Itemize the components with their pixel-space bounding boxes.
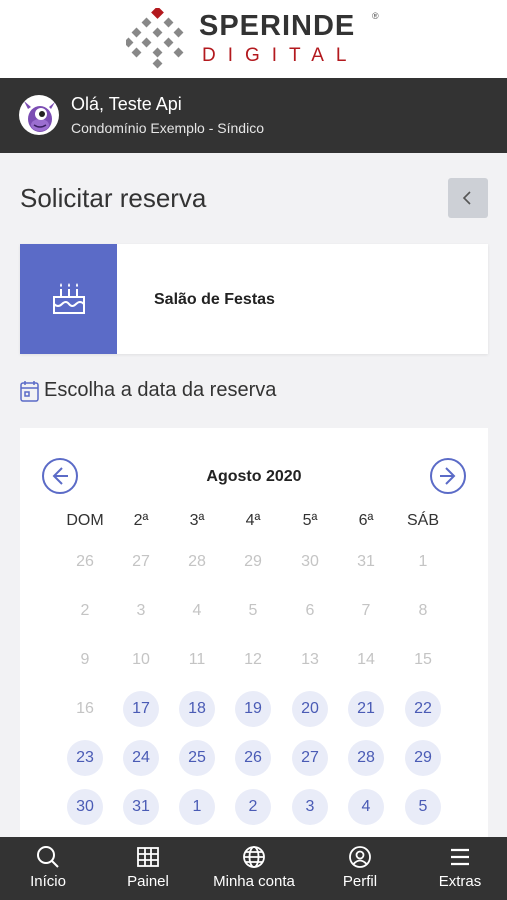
calendar-day-disabled: 13: [301, 651, 319, 668]
calendar-day-disabled: 29: [244, 553, 262, 570]
calendar-day-disabled: 12: [244, 651, 262, 668]
calendar-day-available[interactable]: 21: [348, 691, 384, 727]
weekday-header: SÁB: [406, 512, 439, 529]
calendar-day-disabled: 6: [305, 602, 315, 619]
calendar-day-available[interactable]: 20: [292, 691, 328, 727]
back-button[interactable]: [448, 178, 488, 218]
calendar-day-disabled: 31: [357, 553, 375, 570]
cake-icon: [52, 283, 85, 314]
tab-minha-conta[interactable]: Minha conta: [203, 837, 305, 900]
calendar-day-disabled: 27: [132, 553, 150, 570]
calendar-day-available[interactable]: 28: [348, 740, 384, 776]
calendar-month-title: Agosto 2020: [206, 468, 302, 485]
calendar: Agosto 2020 DOM 2ª 3ª 4ª 5ª 6ª SÁB 26 27 28 29 30 3…: [20, 428, 488, 848]
calendar-day-disabled: 7: [361, 602, 371, 619]
calendar-day-available[interactable]: 25: [179, 740, 215, 776]
tab-extras-label: Extras: [438, 873, 482, 890]
weekday-header: 5ª: [302, 512, 318, 529]
brand-subtitle: DIGITAL: [202, 45, 359, 66]
page-title: Solicitar reserva: [20, 183, 207, 213]
tab-perfil[interactable]: Perfil: [320, 837, 400, 900]
next-month-button[interactable]: [429, 457, 467, 495]
calendar-day-available[interactable]: 29: [405, 740, 441, 776]
calendar-day-available[interactable]: 17: [123, 691, 159, 727]
calendar-day-available[interactable]: 31: [123, 789, 159, 825]
brand-name: SPERINDE: [199, 10, 356, 42]
user-icon: [349, 846, 371, 868]
weekday-header: DOM: [66, 512, 104, 529]
venue-card[interactable]: Salão de Festas: [20, 244, 488, 354]
calendar-day-disabled: 10: [132, 651, 150, 668]
venue-icon-box: [20, 244, 117, 354]
calendar-day-disabled: 16: [76, 700, 94, 717]
calendar-day-available[interactable]: 30: [67, 789, 103, 825]
chevron-left-icon: [462, 191, 471, 205]
grid-icon: [137, 847, 159, 867]
calendar-day-disabled: 1: [418, 553, 428, 570]
calendar-day-disabled: 15: [414, 651, 432, 668]
weekday-header: 6ª: [358, 512, 374, 529]
tab-minha-conta-label: Minha conta: [213, 873, 295, 890]
tab-inicio[interactable]: Início: [8, 837, 88, 900]
calendar-day-available[interactable]: 1: [179, 789, 215, 825]
calendar-day-disabled: 2: [80, 602, 90, 619]
avatar[interactable]: [19, 95, 59, 135]
calendar-day-available[interactable]: 18: [179, 691, 215, 727]
brand-registered-mark: ®: [372, 11, 379, 21]
calendar-day-available[interactable]: 19: [235, 691, 271, 727]
brand-header: SPERINDE ® DIGITAL: [0, 0, 507, 78]
user-bar: Olá, Teste Api Condomínio Exemplo - Sínd…: [0, 78, 507, 153]
tab-painel[interactable]: Painel: [108, 837, 188, 900]
calendar-icon: [20, 381, 39, 402]
calendar-day-disabled: 11: [188, 651, 206, 668]
calendar-day-available[interactable]: 5: [405, 789, 441, 825]
globe-icon: [243, 846, 265, 868]
calendar-day-disabled: 5: [248, 602, 258, 619]
venue-name: Salão de Festas: [154, 291, 275, 308]
weekday-header: 4ª: [245, 512, 261, 529]
calendar-day-disabled: 3: [136, 602, 146, 619]
weekday-header: 3ª: [189, 512, 205, 529]
bottom-tab-bar: Início Painel Minha conta Perfil Extras: [0, 837, 507, 900]
calendar-day-disabled: 9: [80, 651, 90, 668]
calendar-day-disabled: 4: [192, 602, 202, 619]
calendar-day-available[interactable]: 3: [292, 789, 328, 825]
tab-extras[interactable]: Extras: [420, 837, 500, 900]
tab-perfil-label: Perfil: [342, 873, 378, 890]
calendar-day-available[interactable]: 22: [405, 691, 441, 727]
tab-inicio-label: Início: [30, 873, 66, 890]
calendar-day-disabled: 28: [188, 553, 206, 570]
calendar-day-available[interactable]: 26: [235, 740, 271, 776]
search-icon: [37, 846, 59, 868]
calendar-day-available[interactable]: 2: [235, 789, 271, 825]
user-condo: Condomínio Exemplo - Síndico: [71, 120, 264, 136]
calendar-day-available[interactable]: 23: [67, 740, 103, 776]
calendar-day-disabled: 26: [76, 553, 94, 570]
calendar-day-available[interactable]: 24: [123, 740, 159, 776]
menu-icon: [451, 848, 469, 866]
tab-painel-label: Painel: [127, 873, 169, 890]
user-greeting: Olá, Teste Api: [71, 94, 182, 114]
calendar-day-disabled: 8: [418, 602, 428, 619]
weekday-header: 2ª: [133, 512, 149, 529]
date-section-label: Escolha a data da reserva: [44, 379, 277, 401]
brand-logo-mark: [126, 8, 184, 69]
calendar-day-available[interactable]: 4: [348, 789, 384, 825]
calendar-day-available[interactable]: 27: [292, 740, 328, 776]
calendar-day-disabled: 30: [301, 553, 319, 570]
calendar-day-disabled: 14: [357, 651, 375, 668]
